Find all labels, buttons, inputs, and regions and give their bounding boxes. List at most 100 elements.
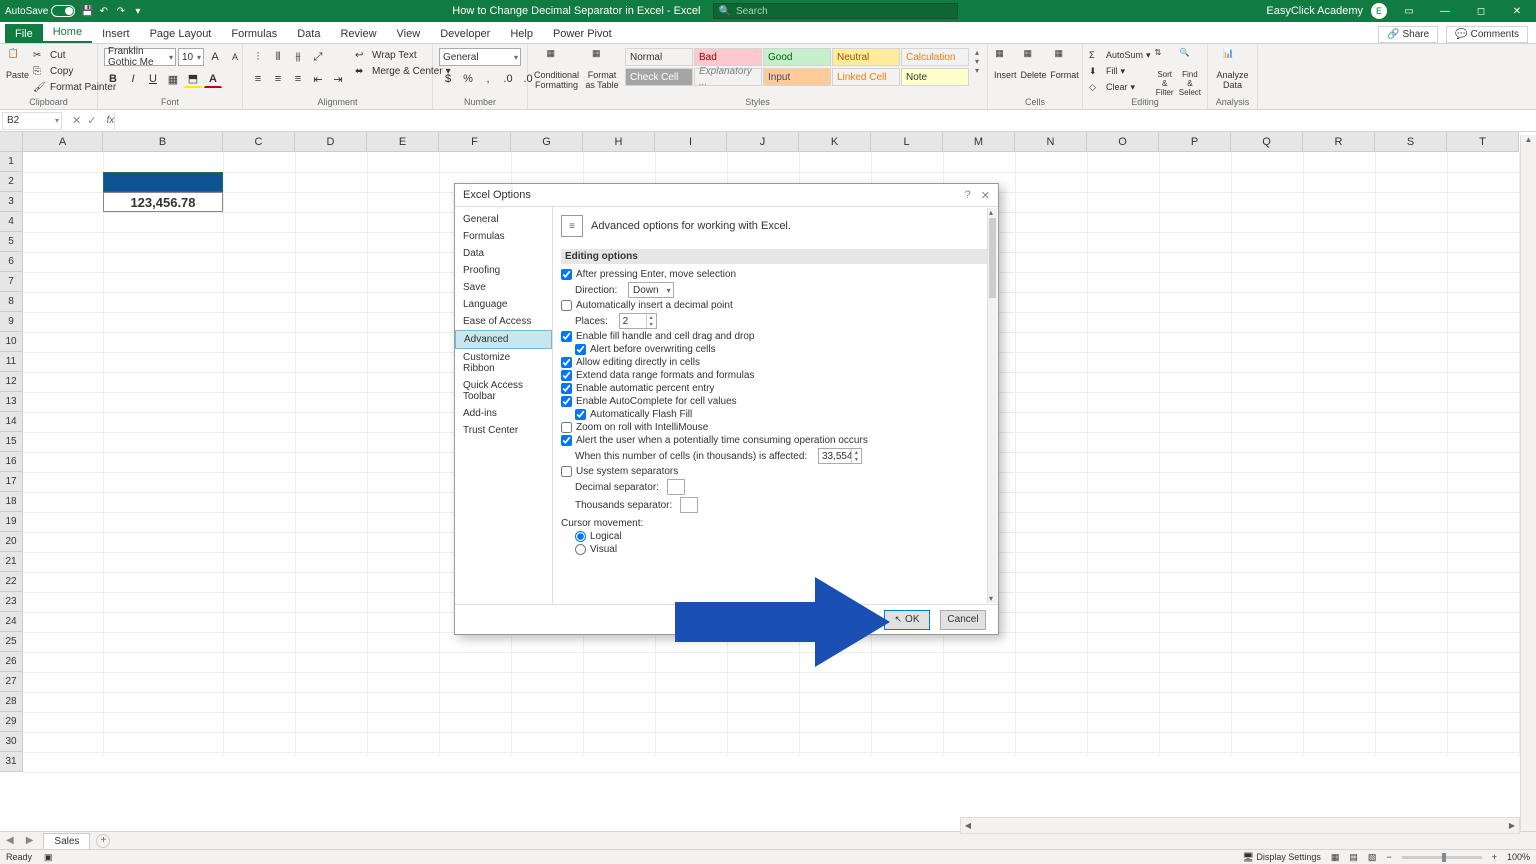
tab-power-pivot[interactable]: Power Pivot bbox=[543, 24, 622, 43]
vertical-scrollbar[interactable]: ▲ bbox=[1520, 135, 1536, 831]
cursor-visual-radio[interactable] bbox=[575, 544, 586, 555]
options-nav-advanced[interactable]: Advanced bbox=[455, 330, 552, 349]
autocomplete-checkbox[interactable] bbox=[561, 396, 572, 407]
options-nav-data[interactable]: Data bbox=[455, 245, 552, 262]
analyze-data-button[interactable]: 📊Analyze Data bbox=[1214, 48, 1251, 90]
col-header[interactable]: B bbox=[103, 132, 223, 152]
tab-page-layout[interactable]: Page Layout bbox=[140, 24, 222, 43]
align-middle-icon[interactable]: ⫴ bbox=[269, 48, 287, 66]
col-header[interactable]: S bbox=[1375, 132, 1447, 152]
row-header[interactable]: 15 bbox=[0, 432, 23, 452]
align-right-icon[interactable]: ≡ bbox=[289, 70, 307, 88]
col-header[interactable]: H bbox=[583, 132, 655, 152]
font-size-combo[interactable]: 10 bbox=[178, 48, 204, 66]
col-header[interactable]: F bbox=[439, 132, 511, 152]
comments-button[interactable]: 💬 Comments bbox=[1446, 26, 1528, 43]
format-as-table-button[interactable]: ▦Format as Table bbox=[583, 48, 621, 90]
row-header[interactable]: 25 bbox=[0, 632, 23, 652]
col-header[interactable]: N bbox=[1015, 132, 1087, 152]
decimal-separator-input[interactable] bbox=[667, 479, 685, 495]
dialog-close-icon[interactable]: ✕ bbox=[981, 189, 990, 202]
row-header[interactable]: 2 bbox=[0, 172, 23, 192]
font-color-button[interactable]: A bbox=[204, 70, 222, 88]
align-left-icon[interactable]: ≡ bbox=[249, 70, 267, 88]
row-header[interactable]: 20 bbox=[0, 532, 23, 552]
align-bottom-icon[interactable]: ⫵ bbox=[289, 48, 307, 66]
tab-help[interactable]: Help bbox=[500, 24, 543, 43]
paste-button[interactable]: 📋Paste bbox=[6, 48, 29, 80]
ok-button[interactable]: ↖OK bbox=[884, 610, 930, 630]
borders-button[interactable]: ▦ bbox=[164, 70, 182, 88]
col-header[interactable]: I bbox=[655, 132, 727, 152]
row-header[interactable]: 12 bbox=[0, 372, 23, 392]
fill-color-button[interactable]: ⬒ bbox=[184, 70, 202, 88]
macro-record-icon[interactable]: ▣ bbox=[44, 852, 53, 863]
style-normal[interactable]: Normal bbox=[625, 48, 693, 66]
when-cells-spinner[interactable]: 33,554▴▾ bbox=[818, 448, 862, 464]
options-nav-trust-center[interactable]: Trust Center bbox=[455, 422, 552, 439]
row-header[interactable]: 5 bbox=[0, 232, 23, 252]
cancel-formula-icon[interactable]: ✕ bbox=[72, 114, 81, 127]
row-header[interactable]: 24 bbox=[0, 612, 23, 632]
indent-increase-icon[interactable]: ⇥ bbox=[329, 70, 347, 88]
maximize-icon[interactable]: ◻ bbox=[1467, 0, 1495, 22]
thousands-separator-input[interactable] bbox=[680, 497, 698, 513]
row-header[interactable]: 29 bbox=[0, 712, 23, 732]
indent-decrease-icon[interactable]: ⇤ bbox=[309, 70, 327, 88]
row-header[interactable]: 4 bbox=[0, 212, 23, 232]
qat-customize-icon[interactable]: ▾ bbox=[132, 6, 143, 17]
zoom-out-icon[interactable]: − bbox=[1386, 852, 1391, 862]
edit-in-cell-checkbox[interactable] bbox=[561, 357, 572, 368]
options-nav-ease-of-access[interactable]: Ease of Access bbox=[455, 313, 552, 330]
sheet-tab-sales[interactable]: Sales bbox=[43, 833, 90, 849]
col-header[interactable]: L bbox=[871, 132, 943, 152]
col-header[interactable]: P bbox=[1159, 132, 1231, 152]
row-header[interactable]: 3 bbox=[0, 192, 23, 212]
row-header[interactable]: 23 bbox=[0, 592, 23, 612]
tab-developer[interactable]: Developer bbox=[430, 24, 500, 43]
minimize-icon[interactable]: — bbox=[1431, 0, 1459, 22]
format-cells-button[interactable]: ▦Format bbox=[1051, 48, 1079, 80]
row-header[interactable]: 1 bbox=[0, 152, 23, 172]
row-header[interactable]: 31 bbox=[0, 752, 23, 772]
row-header[interactable]: 7 bbox=[0, 272, 23, 292]
options-nav-general[interactable]: General bbox=[455, 211, 552, 228]
conditional-formatting-button[interactable]: ▦Conditional Formatting bbox=[534, 48, 579, 90]
row-header[interactable]: 27 bbox=[0, 672, 23, 692]
autosum-button[interactable]: ΣAutoSum ▾ bbox=[1089, 48, 1151, 62]
options-nav-customize-ribbon[interactable]: Customize Ribbon bbox=[455, 349, 552, 377]
percent-format-icon[interactable]: % bbox=[459, 70, 477, 88]
row-header[interactable]: 8 bbox=[0, 292, 23, 312]
view-page-break-icon[interactable]: ▧ bbox=[1368, 852, 1377, 863]
col-header[interactable]: E bbox=[367, 132, 439, 152]
number-format-combo[interactable]: General bbox=[439, 48, 521, 66]
horizontal-scrollbar[interactable]: ◀▶ bbox=[960, 817, 1520, 834]
col-header[interactable]: D bbox=[295, 132, 367, 152]
font-name-combo[interactable]: Franklin Gothic Me bbox=[104, 48, 176, 66]
options-nav-proofing[interactable]: Proofing bbox=[455, 262, 552, 279]
col-header[interactable]: M bbox=[943, 132, 1015, 152]
tab-formulas[interactable]: Formulas bbox=[221, 24, 287, 43]
fill-handle-checkbox[interactable] bbox=[561, 331, 572, 342]
name-box[interactable]: B2 bbox=[2, 112, 62, 130]
col-header[interactable]: O bbox=[1087, 132, 1159, 152]
view-page-layout-icon[interactable]: ▤ bbox=[1349, 852, 1358, 863]
style-neutral[interactable]: Neutral bbox=[832, 48, 900, 66]
align-center-icon[interactable]: ≡ bbox=[269, 70, 287, 88]
options-nav-save[interactable]: Save bbox=[455, 279, 552, 296]
col-header[interactable]: J bbox=[727, 132, 799, 152]
style-check-cell[interactable]: Check Cell bbox=[625, 68, 693, 86]
share-button[interactable]: 🔗 Share bbox=[1378, 26, 1438, 43]
col-header[interactable]: K bbox=[799, 132, 871, 152]
tab-data[interactable]: Data bbox=[287, 24, 330, 43]
bold-button[interactable]: B bbox=[104, 70, 122, 88]
increase-font-icon[interactable]: A bbox=[206, 48, 224, 66]
row-header[interactable]: 26 bbox=[0, 652, 23, 672]
save-icon[interactable]: 💾 bbox=[81, 6, 92, 17]
user-avatar[interactable]: E bbox=[1371, 3, 1387, 19]
extend-formats-checkbox[interactable] bbox=[561, 370, 572, 381]
cell-b2-selected[interactable] bbox=[103, 172, 223, 192]
accounting-format-icon[interactable]: $ bbox=[439, 70, 457, 88]
cursor-logical-radio[interactable] bbox=[575, 531, 586, 542]
fill-button[interactable]: ⬇Fill ▾ bbox=[1089, 64, 1151, 78]
